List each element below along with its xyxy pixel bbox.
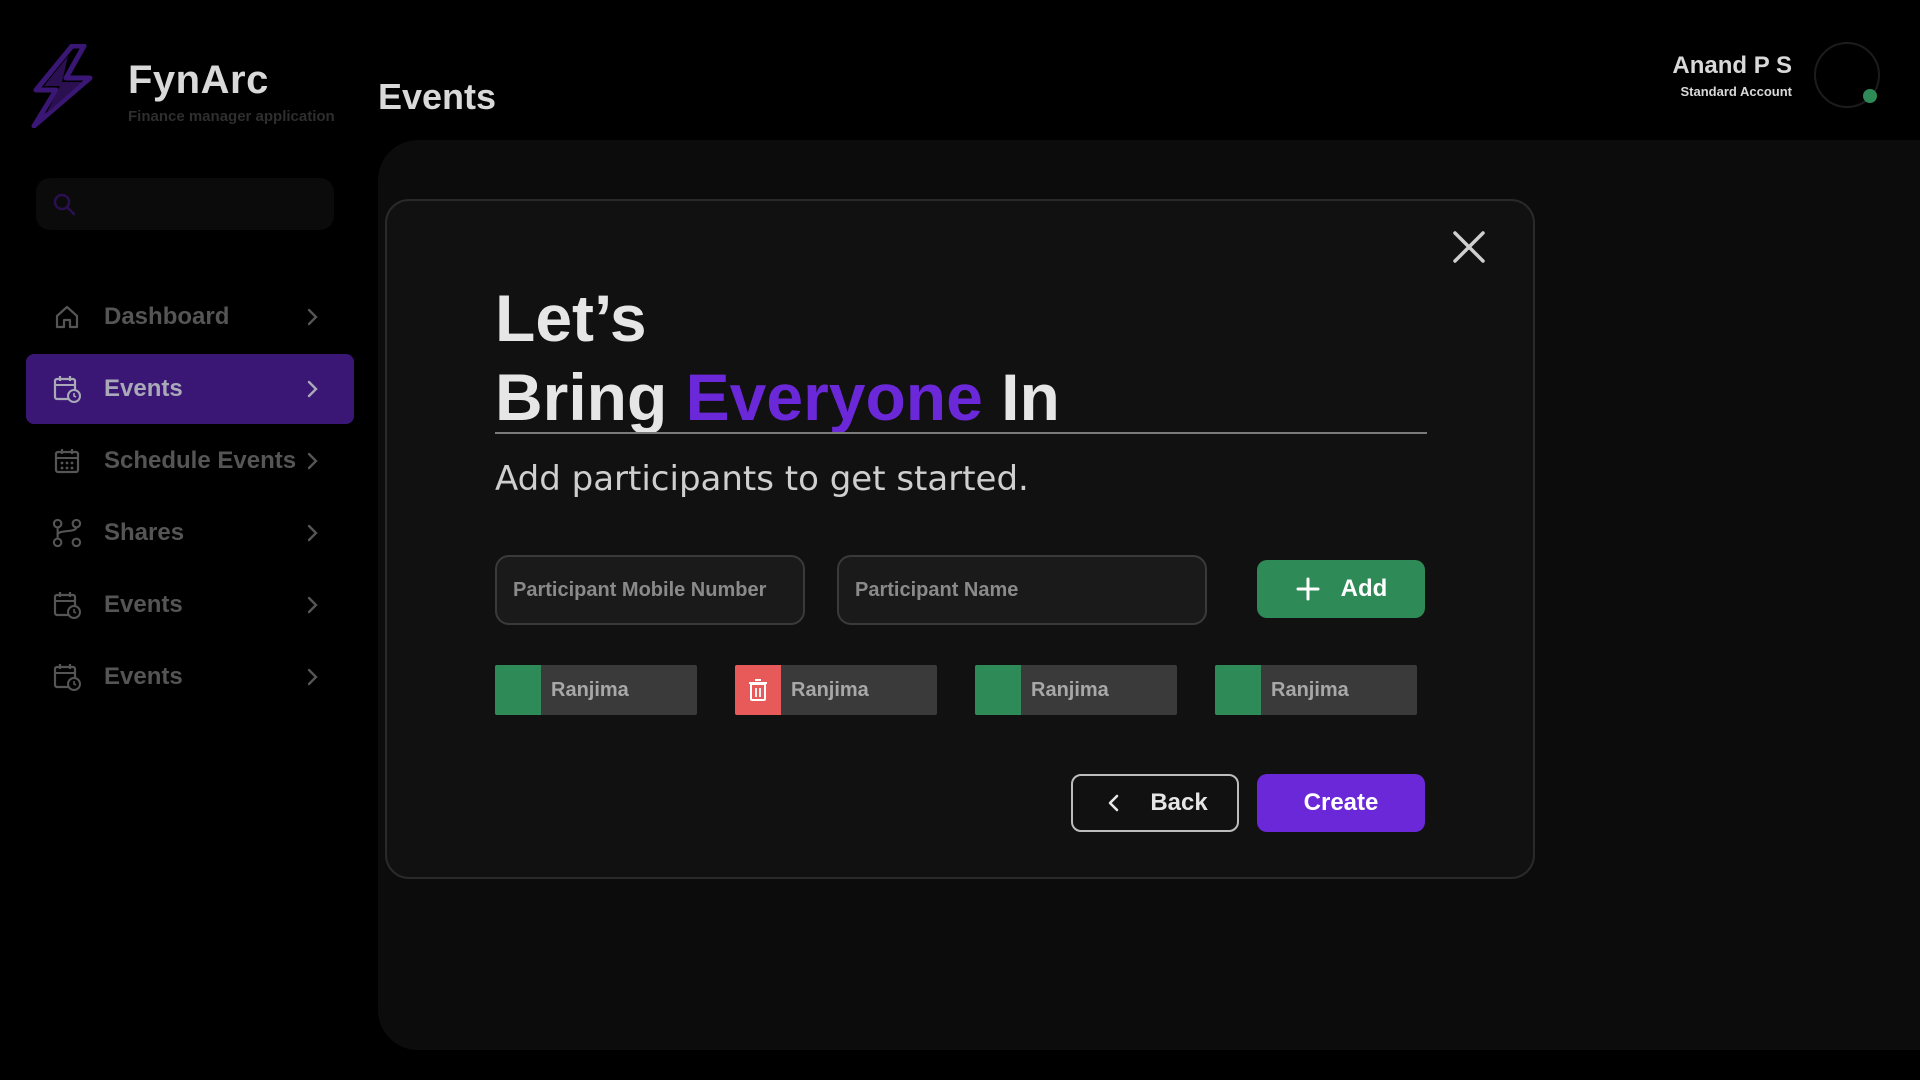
added-marker (975, 665, 1021, 715)
sidebar-item-events[interactable]: Events (26, 354, 354, 424)
modal-subtitle: Add participants to get started. (495, 459, 1029, 499)
sidebar-nav: Dashboard Events Schedule Events Shares (26, 282, 354, 714)
share-nodes-icon (52, 518, 82, 548)
participant-chip[interactable]: Ranjima (1215, 665, 1417, 715)
brand-name: FynArc (128, 58, 269, 102)
heading-prefix: Bring (495, 360, 686, 435)
heading-line-2: Bring Everyone In (495, 358, 1060, 437)
plus-icon (1296, 577, 1320, 601)
calendar-clock-icon (52, 374, 82, 404)
back-button[interactable]: Back (1071, 774, 1239, 832)
brand-tagline: Finance manager application (128, 108, 335, 125)
search-icon (53, 193, 76, 216)
added-marker (1215, 665, 1261, 715)
sidebar-item-events-2[interactable]: Events (26, 570, 354, 640)
heading-accent: Everyone (685, 360, 983, 435)
page-title: Events (378, 76, 497, 117)
home-icon (52, 302, 82, 332)
create-button[interactable]: Create (1257, 774, 1425, 832)
participant-chip[interactable]: Ranjima (975, 665, 1177, 715)
participant-mobile-input[interactable] (495, 555, 805, 625)
participant-name: Ranjima (1031, 679, 1109, 701)
sidebar-item-schedule-events[interactable]: Schedule Events (26, 426, 354, 496)
sidebar-item-dashboard[interactable]: Dashboard (26, 282, 354, 352)
trash-icon[interactable] (735, 665, 781, 715)
sidebar-item-label: Events (104, 591, 183, 618)
user-text: Anand P S Standard Account (1672, 52, 1792, 99)
chevron-right-icon (307, 308, 318, 326)
calendar-grid-icon (52, 446, 82, 476)
participant-name-input[interactable] (837, 555, 1207, 625)
brand-text: FynArc Finance manager application (128, 60, 335, 125)
added-marker (495, 665, 541, 715)
lightning-bolt-icon (31, 44, 93, 128)
avatar[interactable] (1814, 42, 1880, 108)
participant-chip[interactable]: Ranjima (495, 665, 697, 715)
modal-heading: Let’s Bring Everyone In (495, 279, 1060, 437)
user-profile[interactable]: Anand P S Standard Account (1672, 42, 1880, 108)
participant-name: Ranjima (551, 679, 629, 701)
back-button-label: Back (1150, 789, 1208, 816)
heading-line-1: Let’s (495, 281, 647, 355)
sidebar-item-events-3[interactable]: Events (26, 642, 354, 712)
sidebar-item-label: Schedule Events (104, 447, 297, 474)
heading-suffix: In (982, 360, 1060, 435)
calendar-clock-icon (52, 590, 82, 620)
user-role: Standard Account (1680, 83, 1792, 99)
search-input[interactable] (86, 193, 326, 215)
chevron-left-icon (1109, 794, 1119, 812)
participant-chip[interactable]: Ranjima (735, 665, 937, 715)
app-root: FynArc Finance manager application Event… (0, 0, 1920, 1080)
chevron-right-icon (307, 596, 318, 614)
chevron-right-icon (307, 668, 318, 686)
participant-name: Ranjima (1271, 679, 1349, 701)
participant-chips: Ranjima Ranjima Ranjima Ranjima (495, 665, 1455, 715)
chevron-right-icon (307, 524, 318, 542)
chevron-right-icon (307, 452, 318, 470)
sidebar-item-shares[interactable]: Shares (26, 498, 354, 568)
add-button-label: Add (1340, 575, 1388, 602)
sidebar-item-label: Shares (104, 519, 185, 546)
add-participants-modal: Let’s Bring Everyone In Add participants… (385, 199, 1535, 879)
close-icon[interactable] (1447, 225, 1491, 269)
sidebar-item-label: Events (104, 375, 183, 402)
participant-name: Ranjima (791, 679, 869, 701)
chevron-right-icon (307, 380, 318, 398)
sidebar-item-label: Dashboard (104, 303, 230, 330)
heading-divider (495, 432, 1427, 434)
calendar-clock-icon (52, 662, 82, 692)
sidebar-item-label: Events (104, 663, 183, 690)
user-name: Anand P S (1672, 51, 1792, 79)
online-status-dot (1863, 89, 1877, 103)
search-box[interactable] (36, 178, 334, 230)
brand: FynArc Finance manager application (28, 44, 335, 128)
add-participant-button[interactable]: Add (1257, 560, 1425, 618)
